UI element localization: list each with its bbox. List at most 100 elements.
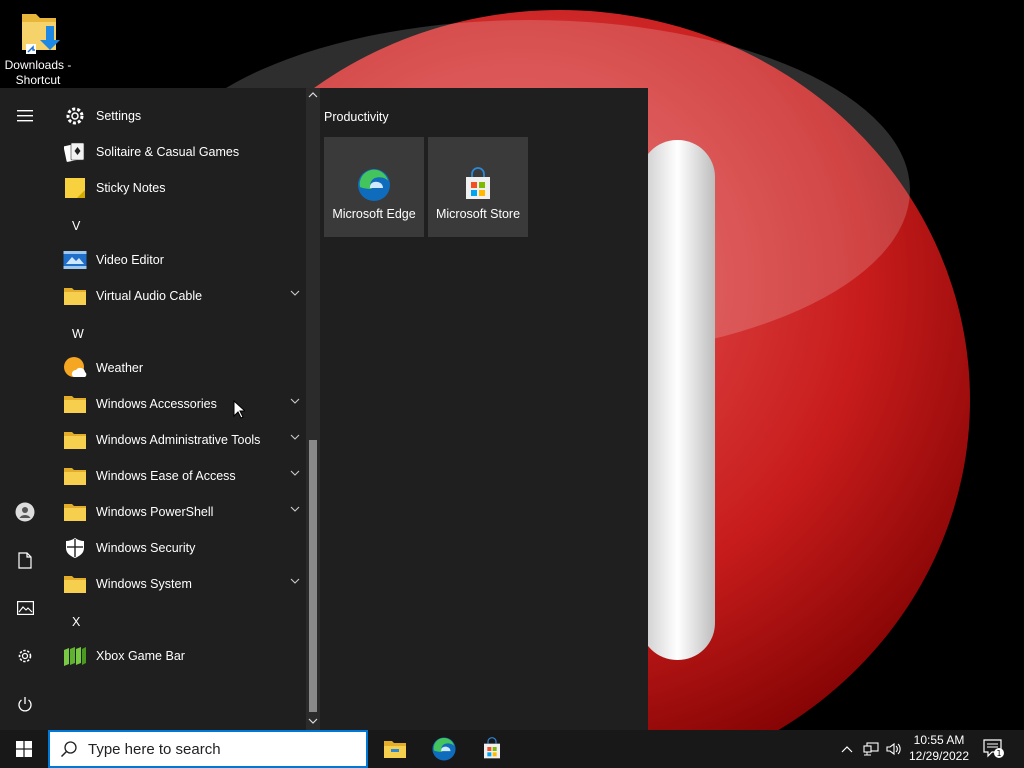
app-label: Xbox Game Bar bbox=[96, 649, 185, 663]
app-weather[interactable]: Weather bbox=[50, 350, 306, 386]
tile-microsoft-store[interactable]: Microsoft Store bbox=[428, 137, 528, 237]
windows-logo-icon bbox=[16, 741, 32, 757]
start-rail bbox=[0, 88, 50, 730]
app-list: Settings Solitaire & Casual Games Sticky… bbox=[50, 88, 306, 730]
notification-icon: 1 bbox=[983, 739, 1004, 758]
taskbar-clock[interactable]: 10:55 AM 12/29/2022 bbox=[904, 732, 974, 764]
tile-label: Microsoft Edge bbox=[332, 207, 416, 221]
documents-button[interactable] bbox=[0, 540, 50, 580]
edge-icon bbox=[432, 737, 456, 761]
store-icon bbox=[466, 167, 490, 199]
pictures-icon bbox=[16, 601, 34, 615]
letter-header-w[interactable]: W bbox=[50, 316, 306, 352]
chevron-down-icon bbox=[290, 578, 300, 584]
video-editor-icon bbox=[62, 247, 88, 273]
app-label: Windows Accessories bbox=[96, 397, 217, 411]
taskbar: Type here to search 10:55 AM 12/29/2022 bbox=[0, 730, 1024, 768]
clock-time: 10:55 AM bbox=[913, 733, 965, 747]
chevron-down-icon bbox=[290, 470, 300, 476]
network-button[interactable] bbox=[860, 730, 882, 768]
settings-gear-icon bbox=[18, 649, 32, 663]
folder-icon bbox=[62, 499, 88, 525]
app-windows-accessories[interactable]: Windows Accessories bbox=[50, 386, 306, 422]
user-account-button[interactable] bbox=[0, 492, 50, 532]
downloads-shortcut[interactable]: Downloads - Shortcut bbox=[2, 8, 74, 88]
notification-center-button[interactable]: 1 bbox=[980, 730, 1008, 768]
app-list-scrollbar[interactable] bbox=[306, 88, 320, 730]
power-button[interactable] bbox=[0, 684, 50, 724]
documents-icon bbox=[18, 551, 32, 569]
app-label: Weather bbox=[96, 361, 144, 375]
scrollbar-thumb[interactable] bbox=[309, 440, 317, 712]
hamburger-menu-button[interactable] bbox=[0, 96, 50, 136]
app-label: Virtual Audio Cable bbox=[96, 289, 203, 303]
clock-date: 12/29/2022 bbox=[908, 749, 970, 763]
app-sticky-notes[interactable]: Sticky Notes bbox=[50, 170, 306, 206]
folder-icon bbox=[62, 283, 88, 309]
app-virtual-audio-cable[interactable]: Virtual Audio Cable bbox=[50, 278, 306, 314]
app-label: Sticky Notes bbox=[96, 181, 166, 195]
tile-label: Microsoft Store bbox=[435, 207, 521, 221]
app-video-editor[interactable]: Video Editor bbox=[50, 242, 306, 278]
chevron-down-icon bbox=[290, 398, 300, 404]
settings-icon bbox=[62, 103, 88, 129]
app-windows-system[interactable]: Windows System bbox=[50, 566, 306, 602]
power-icon bbox=[18, 697, 32, 712]
app-windows-powershell[interactable]: Windows PowerShell bbox=[50, 494, 306, 530]
pictures-button[interactable] bbox=[0, 588, 50, 628]
hamburger-menu-icon bbox=[17, 110, 33, 122]
app-windows-administrative-tools[interactable]: Windows Administrative Tools bbox=[50, 422, 306, 458]
app-label: Video Editor bbox=[96, 253, 164, 267]
letter-header-v[interactable]: V bbox=[50, 208, 306, 244]
taskbar-edge[interactable] bbox=[420, 730, 468, 768]
folder-icon bbox=[62, 427, 88, 453]
app-settings[interactable]: Settings bbox=[50, 98, 306, 134]
desktop-icon-label-line2: Shortcut bbox=[15, 73, 61, 87]
taskbar-search-box[interactable]: Type here to search bbox=[48, 730, 368, 768]
search-placeholder: Type here to search bbox=[88, 740, 221, 758]
app-label: Settings bbox=[96, 109, 142, 123]
start-menu: Settings Solitaire & Casual Games Sticky… bbox=[0, 88, 648, 730]
tile-group-title[interactable]: Productivity bbox=[324, 110, 389, 124]
app-label: Windows Administrative Tools bbox=[96, 433, 261, 447]
show-hidden-icons-button[interactable] bbox=[836, 730, 858, 768]
user-icon bbox=[15, 502, 35, 522]
edge-icon bbox=[358, 169, 390, 201]
notification-count: 1 bbox=[996, 749, 1001, 758]
app-label: Windows PowerShell bbox=[96, 505, 214, 519]
start-button[interactable] bbox=[0, 730, 48, 768]
app-windows-ease-of-access[interactable]: Windows Ease of Access bbox=[50, 458, 306, 494]
app-windows-security[interactable]: Windows Security bbox=[50, 530, 306, 566]
folder-icon bbox=[62, 571, 88, 597]
chevron-down-icon bbox=[290, 506, 300, 512]
folder-icon bbox=[62, 391, 88, 417]
app-xbox-game-bar[interactable]: Xbox Game Bar bbox=[50, 638, 306, 674]
settings-rail-button[interactable] bbox=[0, 636, 50, 676]
app-solitaire[interactable]: Solitaire & Casual Games bbox=[50, 134, 306, 170]
chevron-down-icon bbox=[290, 434, 300, 440]
taskbar-file-explorer[interactable] bbox=[371, 730, 419, 768]
file-explorer-icon bbox=[384, 741, 406, 758]
volume-icon bbox=[886, 742, 901, 756]
search-icon bbox=[60, 741, 77, 758]
letter-label: W bbox=[72, 327, 84, 341]
app-label: Windows Security bbox=[96, 541, 196, 555]
letter-label: V bbox=[72, 219, 81, 233]
app-label: Windows Ease of Access bbox=[96, 469, 236, 483]
folder-icon bbox=[62, 463, 88, 489]
letter-header-x[interactable]: X bbox=[50, 604, 306, 640]
letter-label: X bbox=[72, 615, 81, 629]
scroll-up-arrow-icon[interactable] bbox=[308, 90, 318, 100]
sticky-notes-icon bbox=[62, 175, 88, 201]
mouse-cursor-icon bbox=[233, 400, 245, 419]
desktop-icon-label-line1: Downloads - bbox=[4, 58, 72, 72]
volume-button[interactable] bbox=[883, 730, 905, 768]
solitaire-icon bbox=[62, 139, 88, 165]
xbox-game-bar-icon bbox=[62, 643, 88, 669]
shield-icon bbox=[62, 535, 88, 561]
weather-icon bbox=[62, 355, 88, 381]
tile-microsoft-edge[interactable]: Microsoft Edge bbox=[324, 137, 424, 237]
taskbar-store[interactable] bbox=[468, 730, 516, 768]
chevron-up-icon bbox=[841, 746, 853, 753]
scroll-down-arrow-icon[interactable] bbox=[308, 716, 318, 726]
